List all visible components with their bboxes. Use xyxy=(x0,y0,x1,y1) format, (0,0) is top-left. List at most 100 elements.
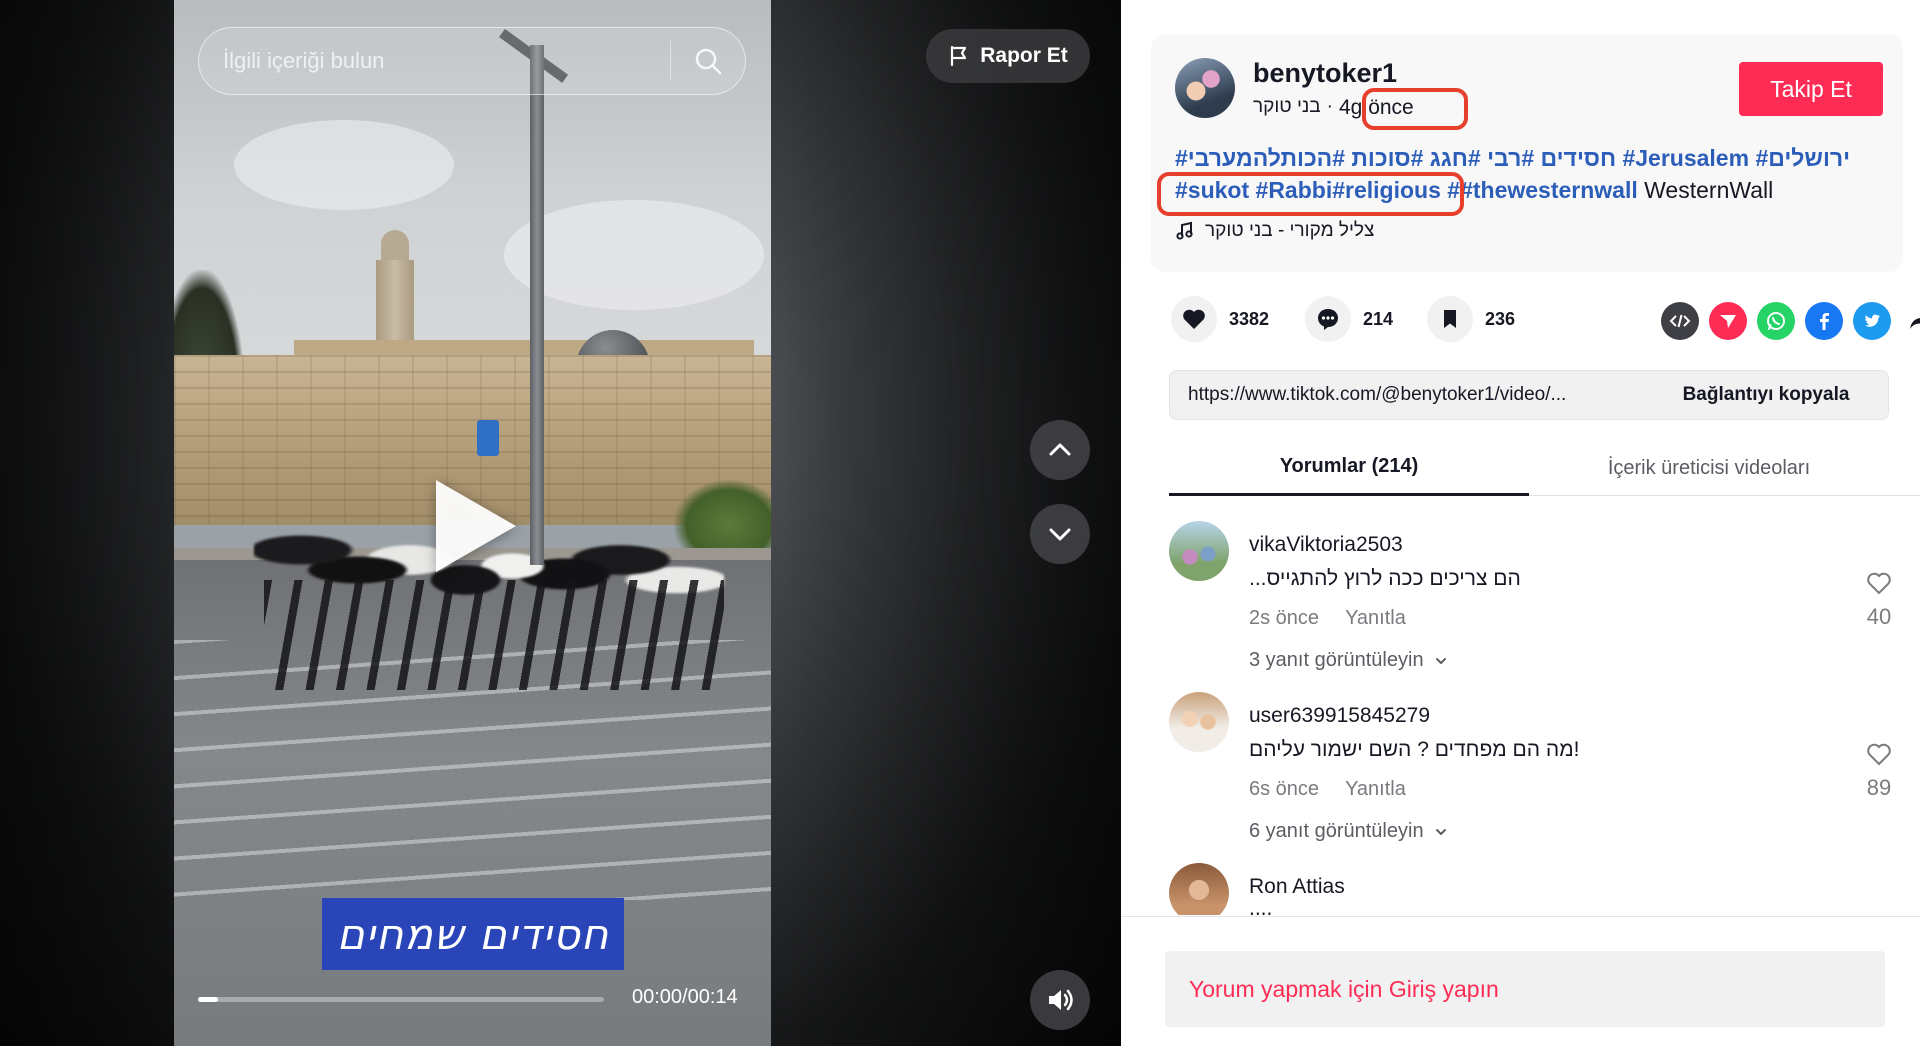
report-label: Rapor Et xyxy=(980,44,1068,67)
search-icon xyxy=(695,48,722,75)
author-username[interactable]: benytoker1 xyxy=(1253,58,1397,89)
action-bar: 3382 214 236 xyxy=(1171,296,1920,346)
next-video-button[interactable] xyxy=(1030,504,1090,564)
reply-button[interactable]: Yanıtla xyxy=(1345,607,1406,630)
hashtag[interactable]: #Jerusalem xyxy=(1622,145,1749,171)
video-player[interactable]: חסידים שמחים xyxy=(174,0,771,1046)
search-button[interactable] xyxy=(671,28,745,94)
hashtag[interactable]: #רבי xyxy=(1487,145,1534,171)
search-input[interactable] xyxy=(199,28,670,94)
volume-button[interactable] xyxy=(1030,970,1090,1030)
comment-text: הם צריכים ככה לרוץ להתגייס... xyxy=(1249,567,1521,590)
hashtag[interactable]: #thewesternwall xyxy=(1460,177,1638,203)
like-button[interactable]: 3382 xyxy=(1171,296,1269,342)
comment-item: user639915845279 !מה הם מפחדים ? השם ישמ… xyxy=(1169,668,1891,842)
more-share-button[interactable] xyxy=(1901,302,1920,340)
bookmark-icon xyxy=(1444,310,1456,328)
commenter-name[interactable]: Ron Attias xyxy=(1249,875,1345,899)
whatsapp-icon xyxy=(1767,312,1785,330)
follow-button[interactable]: Takip Et xyxy=(1739,62,1883,116)
facebook-share-button[interactable] xyxy=(1805,302,1843,340)
hashtag-annotation-circle xyxy=(1157,172,1464,216)
video-panel: חסידים שמחים Rapor Et xyxy=(0,0,1121,1046)
comment-text: !!!! xyxy=(1249,909,1272,915)
chevron-down-icon xyxy=(1049,528,1071,541)
commenter-avatar[interactable] xyxy=(1169,863,1229,915)
embed-button[interactable] xyxy=(1661,302,1699,340)
hashtag[interactable]: #חגג xyxy=(1430,145,1481,171)
subline-separator: · xyxy=(1326,96,1333,117)
login-prompt: Yorum yapmak için Giriş yapın xyxy=(1189,975,1499,1002)
commenter-name[interactable]: vikaViktoria2503 xyxy=(1249,533,1403,557)
chevron-up-icon xyxy=(1049,443,1071,456)
post-info-card: benytoker1 בני טוקר · 4g önce Takip Et #… xyxy=(1151,34,1903,272)
hashtag-line-1: #חסידים #רבי #חגג #סוכות #הכותלהמערבי #J… xyxy=(1175,142,1885,174)
comment-like-count: 40 xyxy=(1866,604,1892,629)
comment-list: vikaViktoria2503 הם צריכים ככה לרוץ להתג… xyxy=(1121,497,1920,915)
copy-link-button[interactable]: Bağlantıyı kopyala xyxy=(1644,371,1888,419)
author-display-name: בני טוקר xyxy=(1253,96,1321,117)
comment-circle xyxy=(1305,296,1351,342)
music-note-icon xyxy=(1176,221,1193,240)
tab-creator-videos[interactable]: İçerik üreticisi videoları xyxy=(1529,440,1889,496)
hashtag[interactable]: #ירושלים xyxy=(1755,145,1850,171)
video-crowd-legs xyxy=(264,580,724,690)
music-line[interactable]: צליל מקורי - בני טוקר xyxy=(1175,220,1374,242)
embed-icon xyxy=(1669,314,1691,328)
heart-outline-icon xyxy=(1867,572,1891,595)
flag-icon xyxy=(951,45,967,67)
comment-like-button[interactable]: 89 xyxy=(1859,740,1899,801)
hashtag[interactable]: #סוכות xyxy=(1351,145,1423,171)
search-bar xyxy=(198,27,746,95)
hashtag[interactable]: #הכותלהמערבי xyxy=(1188,145,1345,171)
previous-video-button[interactable] xyxy=(1030,420,1090,480)
commenter-name[interactable]: user639915845279 xyxy=(1249,704,1430,728)
commenter-avatar[interactable] xyxy=(1169,521,1229,581)
video-sign xyxy=(477,420,499,456)
video-caption: חסידים שמחים xyxy=(322,898,624,970)
share-arrow-icon xyxy=(1910,317,1920,329)
comment-count: 214 xyxy=(1363,308,1394,329)
heart-outline-icon xyxy=(1867,743,1891,766)
send-icon xyxy=(1720,315,1736,328)
whatsapp-share-button[interactable] xyxy=(1757,302,1795,340)
save-count: 236 xyxy=(1485,308,1516,329)
save-circle xyxy=(1427,296,1473,342)
login-to-comment-button[interactable]: Yorum yapmak için Giriş yapın xyxy=(1165,951,1885,1027)
reply-button[interactable]: Yanıtla xyxy=(1345,778,1406,801)
content-tabs: Yorumlar (214) İçerik üreticisi videolar… xyxy=(1169,440,1920,496)
video-progress-bar[interactable] xyxy=(198,997,604,1002)
comment-time: 6s önce xyxy=(1249,778,1320,800)
details-panel: benytoker1 בני טוקר · 4g önce Takip Et #… xyxy=(1121,0,1920,1046)
comment-item: vikaViktoria2503 הם צריכים ככה לרוץ להתג… xyxy=(1169,497,1891,671)
tiktok-video-page: חסידים שמחים Rapor Et xyxy=(0,0,1920,1046)
comment-meta: 6s önce Yanıtla xyxy=(1249,778,1406,801)
save-button[interactable]: 236 xyxy=(1427,296,1515,342)
video-time: 00:00/00:14 xyxy=(632,986,738,1008)
video-link[interactable]: https://www.tiktok.com/@benytoker1/video… xyxy=(1170,384,1644,406)
play-icon[interactable] xyxy=(436,480,516,572)
twitter-icon xyxy=(1865,314,1880,327)
author-avatar[interactable] xyxy=(1175,58,1235,118)
follow-label: Takip Et xyxy=(1770,75,1852,102)
commenter-avatar[interactable] xyxy=(1169,692,1229,752)
tab-comments[interactable]: Yorumlar (214) xyxy=(1169,440,1529,496)
chevron-down-icon xyxy=(1435,657,1446,664)
twitter-share-button[interactable] xyxy=(1853,302,1891,340)
share-icons xyxy=(1661,302,1920,340)
comment-text: !מה הם מפחדים ? השם ישמור עליהם xyxy=(1249,738,1580,761)
video-cloud xyxy=(234,120,454,210)
time-annotation-circle xyxy=(1362,88,1468,130)
video-progress-fill xyxy=(198,997,219,1002)
comment-time: 2s önce xyxy=(1249,607,1320,629)
send-to-friends-button[interactable] xyxy=(1709,302,1747,340)
chevron-down-icon xyxy=(1435,828,1446,835)
facebook-icon xyxy=(1820,313,1829,330)
comment-button[interactable]: 214 xyxy=(1305,296,1393,342)
like-count: 3382 xyxy=(1229,308,1270,329)
video-pole xyxy=(530,45,544,565)
copy-link-box: https://www.tiktok.com/@benytoker1/video… xyxy=(1169,370,1889,420)
video-caption-text: חסידים שמחים xyxy=(336,909,610,959)
comment-like-button[interactable]: 40 xyxy=(1859,569,1899,630)
report-button[interactable]: Rapor Et xyxy=(926,29,1090,83)
